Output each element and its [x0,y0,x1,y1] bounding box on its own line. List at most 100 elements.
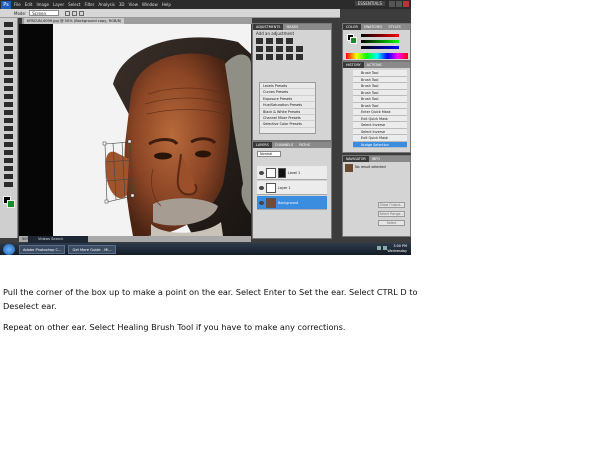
tab-adjustments[interactable]: ADJUSTMENTS [253,24,284,30]
eye-icon[interactable] [259,170,264,175]
workspace-switcher[interactable]: ESSENTIALS [354,1,385,6]
tool-icons [4,22,13,187]
invert-icon[interactable] [256,54,263,60]
color-spectrum-bar[interactable] [346,53,408,59]
zoom-tool-icon [4,182,13,187]
option-toggle-icon[interactable] [65,10,71,16]
adjustment-icons-row-1 [253,37,331,45]
eye-icon[interactable] [259,200,264,205]
posterize-icon[interactable] [266,54,273,60]
menu-filter[interactable]: Filter [84,2,94,7]
color-panel: COLOR SWATCHES STYLES [342,23,411,61]
tab-navigator[interactable]: NAVIGATOR [343,156,369,162]
mode-label: Mode: [14,10,27,16]
green-slider[interactable] [361,40,399,43]
eye-icon[interactable] [259,185,264,190]
healing-brush-tool-icon [4,70,13,75]
adjustment-icons-row-3 [253,53,331,61]
red-slider[interactable] [361,34,399,37]
menu-bar: Ps File Edit Image Layer Select Filter A… [0,0,411,9]
photo-filter-icon[interactable] [296,46,303,52]
close-icon[interactable] [403,1,409,7]
layer-mask-thumbnail[interactable] [278,167,286,178]
show-output-button[interactable]: Show Output... [378,202,405,208]
tab-masks[interactable]: MASKS [283,24,301,30]
gradient-tool-icon [4,110,13,115]
menu-select[interactable]: Select [68,2,80,7]
preset-item[interactable]: Selective Color Presets [260,121,315,128]
menu-image[interactable]: Image [36,2,49,7]
photo-canvas[interactable] [53,24,251,236]
tab-actions[interactable]: ACTIONS [364,62,385,68]
selective-color-icon[interactable] [296,54,303,60]
system-tray-icons [375,246,387,250]
start-button-icon[interactable] [3,243,15,255]
tab-styles[interactable]: STYLES [385,24,403,30]
windows-taskbar: Adobe Photoshop C... Get More Guide - Mi… [0,243,411,255]
layer-row[interactable]: Level 1 [257,166,327,180]
adjustment-presets-list: Levels Presets Curves Presets Exposure P… [259,82,316,134]
gradient-map-icon[interactable] [286,54,293,60]
curves-icon[interactable] [276,38,283,44]
lasso-tool-icon [4,38,13,43]
mode-select[interactable]: Screen [29,10,60,16]
menu-edit[interactable]: Edit [25,2,33,7]
tab-color[interactable]: COLOR [343,24,361,30]
menu-view[interactable]: View [129,2,139,7]
layer-name: Level 1 [288,170,301,175]
network-icon[interactable] [377,246,381,250]
tab-info[interactable]: INFO [369,156,383,162]
tab-channels[interactable]: CHANNELS [272,142,297,148]
blend-mode-select[interactable]: Normal [257,151,281,157]
layers-panel-tabs: LAYERS CHANNELS PATHS [253,142,331,148]
menu-window[interactable]: Window [142,2,158,7]
adjustments-header: Add an adjustment [256,31,295,36]
background-color-swatch[interactable] [7,200,15,208]
tab-paths[interactable]: PATHS [296,142,313,148]
portrait-photo [53,24,251,236]
option-toggle-icon[interactable] [72,10,78,16]
option-toggle-icon[interactable] [79,10,85,16]
marquee-tool-icon [4,30,13,35]
tab-layers[interactable]: LAYERS [253,142,272,148]
system-clock[interactable]: 3:00 PM Wednesday [387,244,407,253]
layer-row[interactable]: Layer 1 [257,181,327,195]
select-button[interactable]: Select [378,220,405,226]
navigator-panel-tabs: NAVIGATOR INFO [343,156,410,162]
pen-tool-icon [4,134,13,139]
background-color-chip[interactable] [350,37,357,44]
history-item-selected[interactable]: Nudge Selection [353,141,407,148]
select-range-button[interactable]: Select Range... [378,211,405,217]
vibrance-icon[interactable] [256,46,263,52]
tab-history[interactable]: HISTORY [343,62,364,68]
option-icons [65,10,86,16]
quick-launch-search[interactable]: Videos Search [28,236,88,243]
layer-name: Background [278,200,299,205]
eraser-tool-icon [4,102,13,107]
path-selection-tool-icon [4,150,13,155]
menu-file[interactable]: File [14,2,21,7]
menu-layer[interactable]: Layer [53,2,64,7]
menu-3d[interactable]: 3D [119,2,125,7]
levels-icon[interactable] [266,38,273,44]
blue-slider[interactable] [361,46,399,49]
maximize-icon[interactable] [396,1,402,7]
eyedropper-tool-icon [4,62,13,67]
layer-thumbnail [266,197,276,208]
brightness-contrast-icon[interactable] [256,38,263,44]
menu-help[interactable]: Help [162,2,171,7]
canvas-area[interactable] [19,24,251,236]
black-white-icon[interactable] [286,46,293,52]
menu-analysis[interactable]: Analysis [98,2,114,7]
taskbar-item-browser[interactable]: Get More Guide - Mi... [68,244,116,254]
taskbar-item-photoshop[interactable]: Adobe Photoshop C... [19,244,66,254]
threshold-icon[interactable] [276,54,283,60]
3d-rotate-tool-icon [4,166,13,171]
canvas-black-region [19,24,53,236]
exposure-icon[interactable] [286,38,293,44]
tab-swatches[interactable]: SWATCHES [361,24,385,30]
minimize-icon[interactable] [389,1,395,7]
color-balance-icon[interactable] [276,46,283,52]
hue-saturation-icon[interactable] [266,46,273,52]
layer-row-selected[interactable]: Background [257,196,327,210]
